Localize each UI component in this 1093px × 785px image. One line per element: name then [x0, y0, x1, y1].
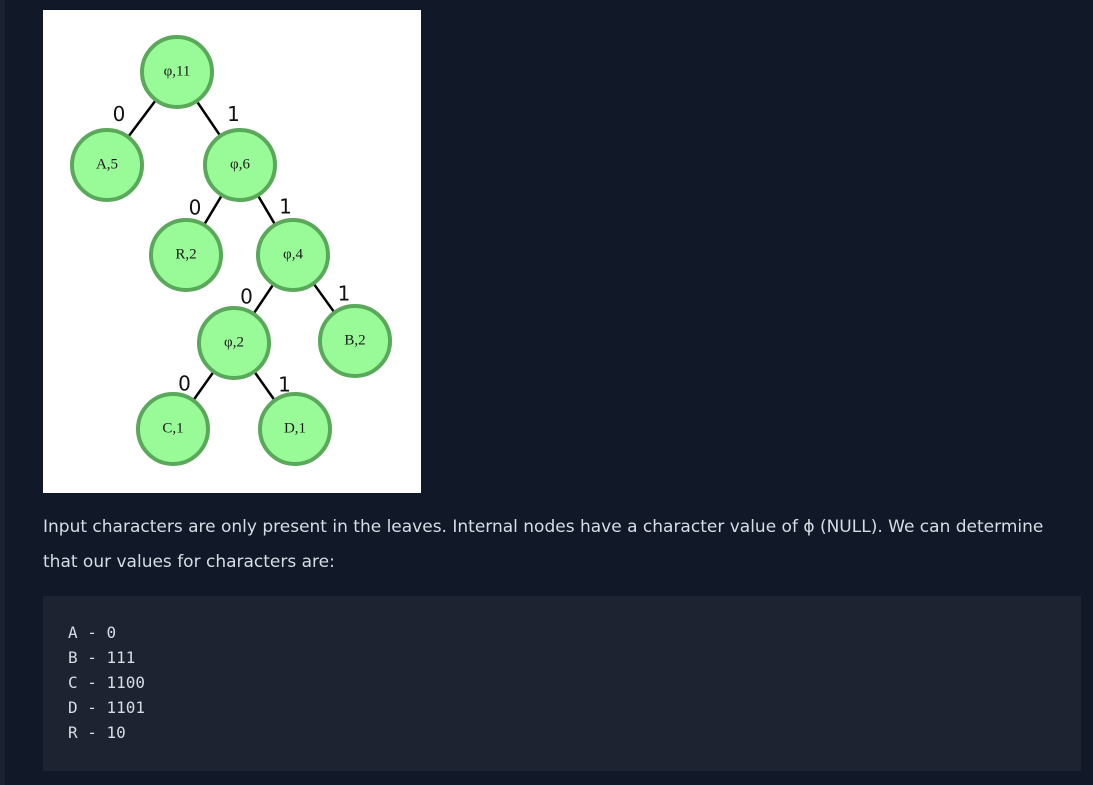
node-label-a: A,5	[96, 156, 118, 172]
edge-label-n6-n4: 1	[279, 195, 292, 219]
code-line-r: R - 10	[68, 723, 126, 742]
node-label-r: R,2	[175, 246, 196, 262]
edge-label-n2-c: 0	[178, 372, 191, 396]
huffman-tree-diagram: 0 10 10 10 1 φ,11A,5 φ,6R,2 φ,4φ,2 B,2C,1 D,1	[70, 35, 392, 466]
edge-label-root-n6: 1	[227, 102, 240, 126]
edge-label-root-a: 0	[113, 102, 126, 126]
huffman-tree-figure: 01010101 φ,11 A,5 φ,6 R,2 φ,4 φ,2 B,2 C,1 D,1	[43, 10, 421, 493]
tree-node-r: R,2	[149, 218, 223, 292]
node-label-n6: φ,6	[230, 156, 250, 172]
tree-node-n2: φ,2	[197, 306, 271, 380]
edge-n4-b	[313, 283, 335, 313]
node-label-n4: φ,4	[283, 246, 303, 262]
code-line-a: A - 0	[68, 623, 117, 642]
tree-node-d: D,1	[258, 392, 332, 466]
node-label-root: φ,11	[164, 63, 191, 79]
explanation-paragraph: Input characters are only present in the…	[43, 517, 1044, 572]
edge-root-n6	[196, 101, 221, 136]
edge-label-n4-n2: 0	[240, 285, 253, 309]
page: 01010101 φ,11 A,5 φ,6 R,2 φ,4 φ,2 B,2 C,1 D,1 In…	[0, 0, 1093, 785]
code-line-c: C - 1100	[68, 673, 146, 692]
tree-node-n6: φ,6	[203, 128, 277, 202]
left-rule	[0, 0, 5, 785]
edge-n2-d	[253, 371, 276, 401]
edge-root-a	[127, 100, 157, 137]
code-block: A - 0 B - 111 C - 1100 D - 1101 R - 10	[43, 596, 1081, 771]
node-label-d: D,1	[284, 420, 306, 436]
node-label-b: B,2	[344, 332, 365, 348]
edge-label-n4-b: 1	[338, 282, 351, 306]
node-label-c: C,1	[162, 420, 183, 436]
tree-node-n4: φ,4	[256, 218, 330, 292]
edge-n6-r	[203, 195, 223, 225]
code-line-d: D - 1101	[68, 698, 146, 717]
code-line-b: B - 111	[68, 648, 136, 667]
node-label-n2: φ,2	[224, 334, 244, 350]
tree-node-c: C,1	[136, 392, 210, 466]
tree-node-a: A,5	[70, 128, 144, 202]
edge-label-n6-r: 0	[189, 196, 202, 220]
tree-node-root: φ,11	[140, 35, 214, 109]
edge-n6-n4	[257, 195, 276, 225]
edge-n4-n2	[253, 284, 274, 314]
tree-node-b: B,2	[318, 304, 392, 378]
edge-n2-c	[192, 371, 215, 401]
